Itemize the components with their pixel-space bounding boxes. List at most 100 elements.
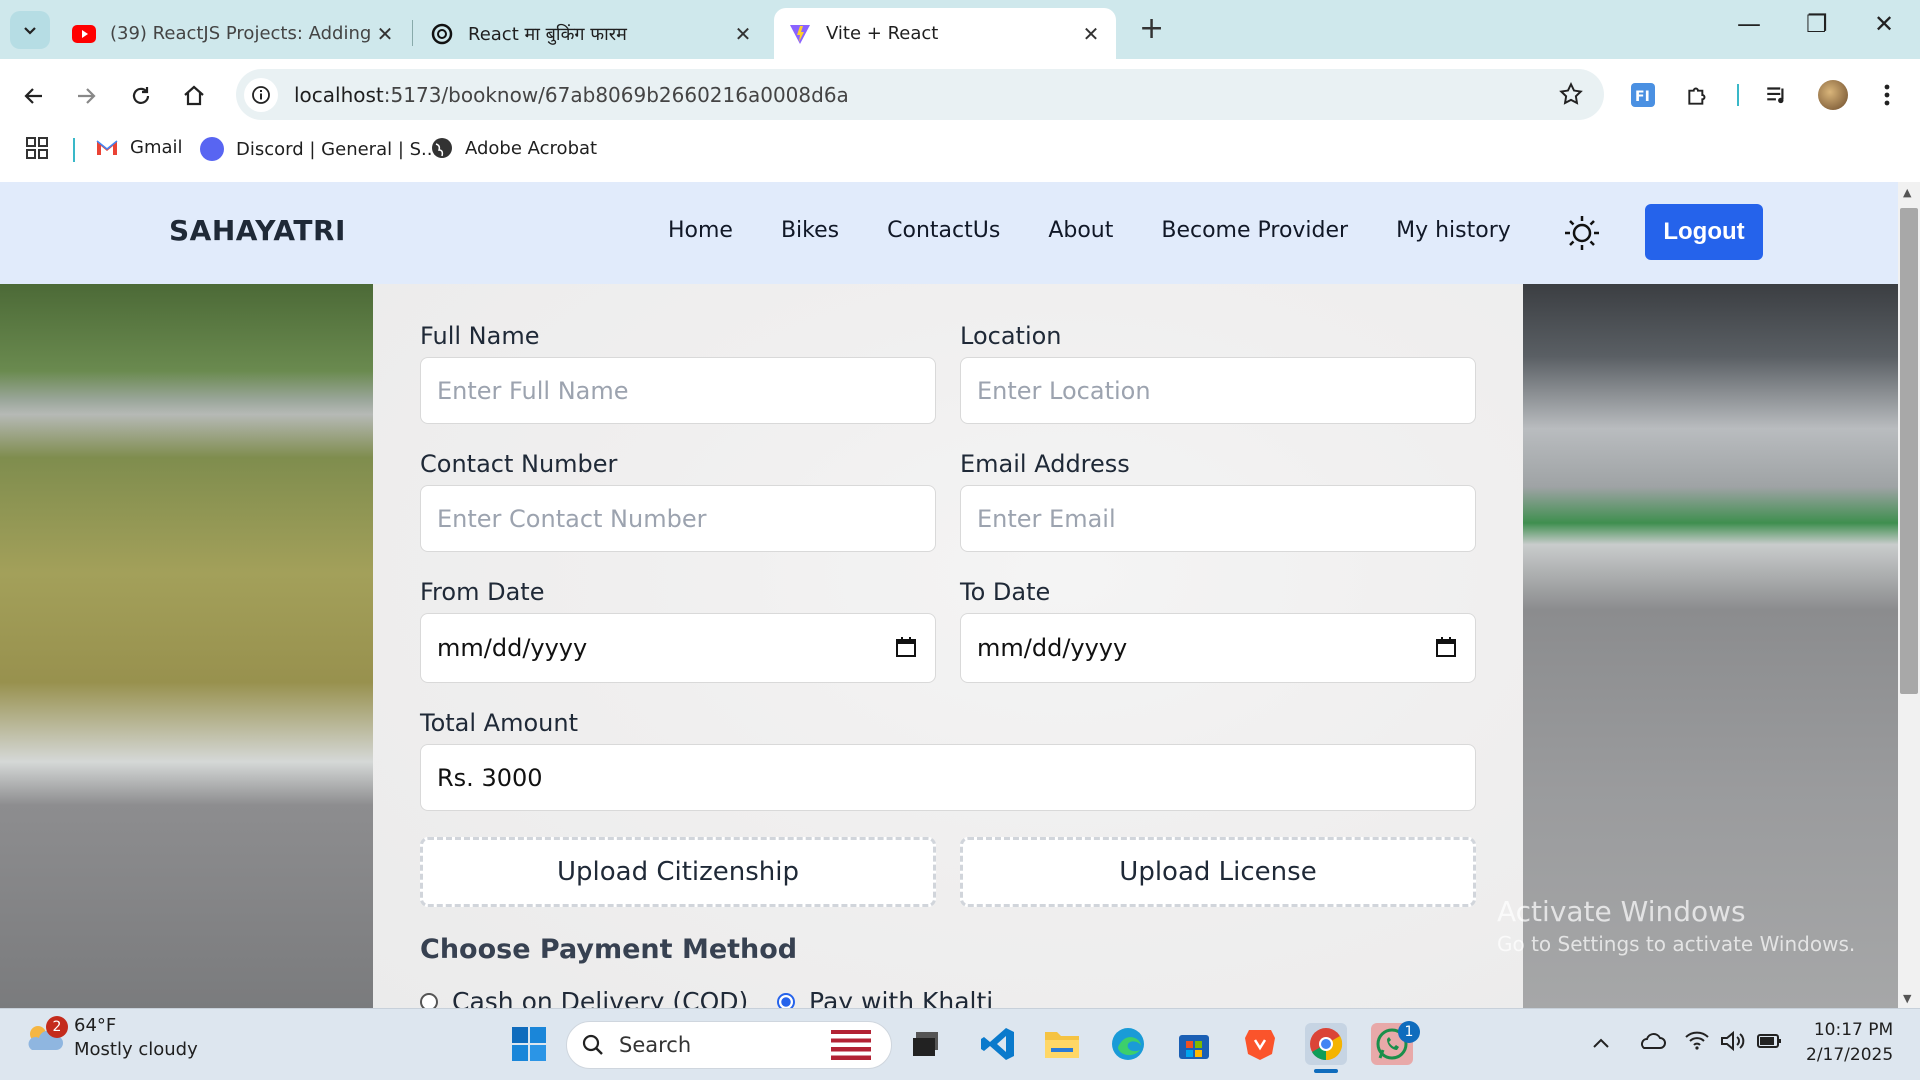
flag-icon — [831, 1030, 871, 1060]
radio-button[interactable] — [420, 992, 438, 1008]
chatgpt-icon — [430, 22, 454, 46]
to-date-input[interactable]: mm/dd/yyyy — [960, 613, 1476, 683]
chrome-icon[interactable] — [1305, 1023, 1347, 1065]
upload-license-button[interactable]: Upload License — [960, 837, 1476, 907]
total-amount-input[interactable]: Rs. 3000 — [420, 744, 1476, 811]
scroll-up-arrow-icon[interactable]: ▲ — [1903, 186, 1911, 199]
clock-time: 10:17 PM — [1813, 1020, 1894, 1040]
windows-start-icon[interactable] — [508, 1023, 550, 1065]
payment-option-khalti[interactable]: Pay with Khalti — [777, 987, 993, 1008]
tab-title: Vite + React — [826, 23, 939, 44]
from-date-value: mm/dd/yyyy — [437, 634, 588, 662]
show-hidden-icons-chevron-up-icon[interactable] — [1592, 1030, 1610, 1054]
svg-text:FI: FI — [1635, 89, 1650, 105]
nav-link-home[interactable]: Home — [668, 218, 733, 243]
bookmark-star-icon[interactable] — [1558, 81, 1584, 111]
forward-button[interactable] — [70, 80, 102, 112]
restore-button[interactable]: ❐ — [1806, 10, 1828, 38]
whatsapp-badge: 1 — [1398, 1021, 1420, 1043]
nav-link-my-history[interactable]: My history — [1396, 218, 1511, 243]
to-date-value: mm/dd/yyyy — [977, 634, 1128, 662]
home-button[interactable] — [178, 80, 210, 112]
battery-icon[interactable] — [1756, 1030, 1782, 1055]
full-name-label: Full Name — [420, 322, 540, 350]
file-explorer-icon[interactable] — [1041, 1023, 1083, 1065]
tab-chatgpt[interactable]: React मा बुकिंग फारम ✕ — [416, 8, 768, 59]
scroll-down-arrow-icon[interactable]: ▼ — [1903, 992, 1911, 1005]
bookmark-label: Discord | General | S... — [236, 138, 439, 160]
wifi-icon[interactable] — [1684, 1030, 1710, 1055]
payment-option-cod[interactable]: Cash on Delivery (COD) — [420, 987, 748, 1008]
minimize-button[interactable]: — — [1737, 10, 1761, 38]
theme-toggle-sun-icon[interactable] — [1563, 214, 1601, 252]
bookmark-gmail[interactable]: Gmail — [96, 137, 183, 158]
extension-fi-icon[interactable]: FI — [1626, 78, 1660, 112]
tab-divider — [412, 20, 413, 46]
globe-icon — [432, 138, 452, 158]
close-icon[interactable]: ✕ — [1080, 22, 1102, 46]
radio-button-selected[interactable] — [777, 992, 795, 1008]
from-date-label: From Date — [420, 578, 545, 606]
nav-link-bikes[interactable]: Bikes — [781, 218, 839, 243]
calendar-icon[interactable] — [895, 636, 917, 658]
reload-button[interactable] — [125, 80, 157, 112]
location-input[interactable]: Enter Location — [960, 357, 1476, 424]
close-window-button[interactable]: ✕ — [1874, 10, 1894, 38]
brand-logo[interactable]: SAHAYATRI — [169, 214, 346, 247]
media-control-icon[interactable] — [1760, 78, 1794, 112]
arrow-left-icon — [24, 88, 42, 104]
search-icon — [582, 1034, 603, 1055]
tab-search-button[interactable] — [10, 11, 50, 49]
payment-option-label: Pay with Khalti — [809, 987, 994, 1008]
more-options-icon[interactable] — [1870, 78, 1904, 112]
vscode-icon[interactable] — [977, 1023, 1019, 1065]
page-viewport: SAHAYATRI Home Bikes ContactUs About Bec… — [0, 182, 1898, 1008]
brave-browser-icon[interactable] — [1239, 1023, 1281, 1065]
windows-taskbar — [0, 1008, 1920, 1080]
search-label: Search — [619, 1033, 692, 1057]
arrow-right-icon — [78, 88, 96, 104]
nav-link-contactus[interactable]: ContactUs — [887, 218, 1000, 243]
full-name-input[interactable]: Enter Full Name — [420, 357, 936, 424]
site-info-icon[interactable] — [244, 77, 278, 112]
scrollbar-thumb[interactable] — [1900, 208, 1918, 694]
extensions-puzzle-icon[interactable] — [1681, 78, 1715, 112]
weather-widget[interactable]: 2 64°F Mostly cloudy — [24, 1014, 198, 1062]
url-text: localhost:5173/booknow/67ab8069b2660216a… — [294, 83, 849, 107]
task-view-icon[interactable] — [905, 1023, 947, 1065]
microsoft-store-icon[interactable] — [1173, 1023, 1215, 1065]
upload-citizenship-button[interactable]: Upload Citizenship — [420, 837, 936, 907]
taskbar-clock[interactable]: 10:17 PM 2/17/2025 — [1806, 1018, 1893, 1068]
close-icon[interactable]: ✕ — [732, 22, 754, 46]
gmail-icon — [96, 139, 118, 155]
youtube-icon — [72, 22, 96, 46]
edge-browser-icon[interactable] — [1107, 1023, 1149, 1065]
onedrive-cloud-icon[interactable] — [1638, 1030, 1666, 1055]
payment-option-label: Cash on Delivery (COD) — [452, 987, 749, 1008]
toolbar-divider — [1737, 84, 1739, 106]
calendar-icon[interactable] — [1435, 636, 1457, 658]
nav-links: Home Bikes ContactUs About Become Provid… — [668, 218, 1511, 243]
bookmark-adobe[interactable]: Adobe Acrobat — [431, 137, 597, 159]
volume-icon[interactable] — [1720, 1030, 1746, 1057]
back-button[interactable] — [18, 80, 50, 112]
profile-avatar-icon[interactable] — [1816, 78, 1850, 112]
site-navbar: SAHAYATRI Home Bikes ContactUs About Bec… — [0, 182, 1898, 284]
apps-icon[interactable] — [26, 137, 48, 159]
taskbar-search-box[interactable]: Search — [566, 1021, 892, 1069]
nav-link-become-provider[interactable]: Become Provider — [1161, 218, 1348, 243]
contact-number-input[interactable]: Enter Contact Number — [420, 485, 936, 552]
watermark-title: Activate Windows — [1497, 895, 1746, 928]
weather-description: Mostly cloudy — [74, 1039, 198, 1060]
bookmark-discord[interactable]: Discord | General | S... — [200, 137, 438, 161]
tab-vite-react[interactable]: Vite + React ✕ — [774, 8, 1116, 59]
contact-number-label: Contact Number — [420, 450, 618, 478]
new-tab-button[interactable]: + — [1139, 14, 1164, 44]
address-bar[interactable]: localhost:5173/booknow/67ab8069b2660216a… — [236, 69, 1604, 120]
from-date-input[interactable]: mm/dd/yyyy — [420, 613, 936, 683]
logout-button[interactable]: Logout — [1645, 204, 1763, 260]
email-input[interactable]: Enter Email — [960, 485, 1476, 552]
tab-youtube[interactable]: (39) ReactJS Projects: Adding C ✕ — [58, 8, 410, 59]
close-icon[interactable]: ✕ — [374, 22, 396, 46]
nav-link-about[interactable]: About — [1048, 218, 1113, 243]
